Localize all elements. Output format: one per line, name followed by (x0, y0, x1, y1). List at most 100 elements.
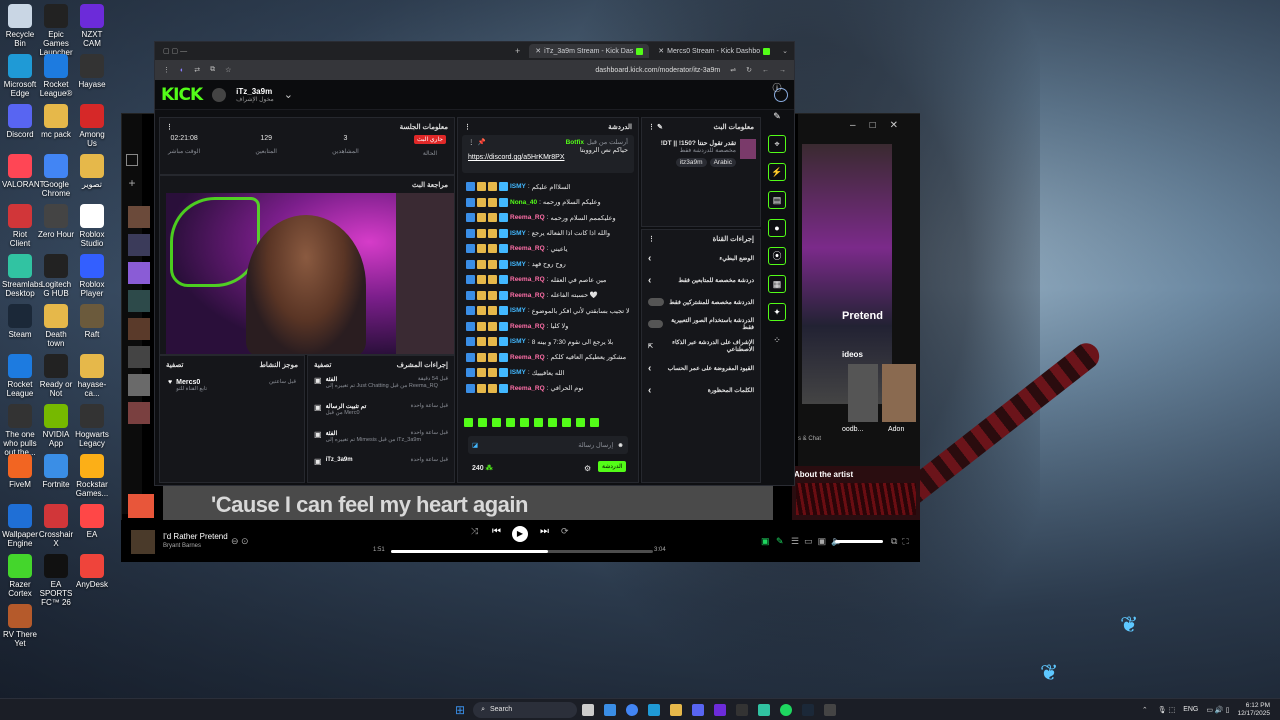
desktop-icon[interactable]: Discord (2, 104, 38, 139)
desktop-icon[interactable]: Hayase (74, 54, 110, 89)
desktop-icon[interactable]: Logitech G HUB (38, 254, 74, 298)
channel-action-item[interactable]: ‹ القيود المفروضة على عمر الحساب (642, 357, 760, 379)
desktop-icon[interactable]: Rocket League® (38, 54, 74, 98)
streamlabs-icon[interactable] (758, 703, 771, 716)
start-icon[interactable]: ⊞ (455, 703, 465, 717)
desktop-icon[interactable]: Recycle Bin (2, 4, 38, 48)
chat-username[interactable]: ISMY (510, 230, 526, 237)
desktop-icon[interactable]: Wallpaper Engine (2, 504, 38, 548)
mod-action-item[interactable]: ▣ الفئة قبل ساعة واحدة تم تغييره إلى Mimesi… (308, 427, 454, 454)
fullscreen-icon[interactable]: ⧉⛶ (891, 536, 914, 547)
clip-icon[interactable]: ▤ (768, 191, 786, 209)
desktop-icon[interactable]: mc pack (38, 104, 74, 139)
chat-message[interactable]: ISMY: السلااام عليكم (458, 179, 638, 195)
menu-icon[interactable]: ⋮ (163, 66, 170, 74)
chat-username[interactable]: ISMY (510, 338, 526, 345)
close-tab-icon[interactable]: ✕ (535, 47, 541, 55)
chat-username[interactable]: ISMY (510, 369, 526, 376)
chat-username[interactable]: Reema_RQ (510, 385, 545, 392)
chat-message[interactable]: Reema_RQ: مين عاصم في العقله (458, 272, 638, 288)
file-explorer-icon[interactable] (670, 703, 683, 716)
emote-icon[interactable] (492, 418, 501, 427)
tray-icons[interactable]: 🎙 ⬚ (1158, 706, 1175, 714)
playlist-thumb[interactable] (128, 234, 150, 256)
desktop-icon[interactable]: تصوير (74, 154, 110, 189)
tools-icon[interactable]: ✦ (768, 303, 786, 321)
mod-action-item[interactable]: ▣ تم تثبيت الرسالة قبل ساعة واحدة من قبل Me… (308, 400, 454, 427)
channel-action-item[interactable]: ‹ الوضع البطيء (642, 247, 760, 269)
channel-action-item[interactable]: الدردشة مخصصة للمشتركين فقط (642, 291, 760, 313)
playlist-thumb[interactable] (128, 318, 150, 340)
activity-user[interactable]: Mercs0 (176, 379, 200, 386)
info-icon[interactable]: ⓘ (768, 79, 786, 97)
now-playing-view-icon[interactable]: ▣ (761, 536, 770, 547)
video-thumb[interactable] (882, 364, 916, 422)
track-artist[interactable]: Bryant Barnes (163, 543, 201, 549)
copilot-icon[interactable] (604, 703, 617, 716)
desktop-icon[interactable]: Razer Cortex (2, 554, 38, 598)
desktop-icon[interactable]: Among Us (74, 104, 110, 148)
task-view-icon[interactable] (582, 703, 595, 716)
emote-icon[interactable] (464, 418, 473, 427)
chat-username[interactable]: ISMY (510, 183, 526, 190)
tray-chevron-icon[interactable]: ⌃ (1142, 706, 1148, 714)
emote-icon[interactable] (534, 418, 543, 427)
channel-action-item[interactable]: الدردشة باستخدام الصور التعبيرية فقط (642, 313, 760, 335)
chat-icon[interactable]: ● (768, 219, 786, 237)
chat-message[interactable]: Reema_RQ: ولا كليا (458, 319, 638, 335)
chat-username[interactable]: ISMY (510, 307, 526, 314)
extension-icon[interactable]: ◐ (180, 67, 184, 74)
chat-username[interactable]: Reema_RQ (510, 354, 545, 361)
desktop-icon[interactable]: Streamlabs Desktop (2, 254, 42, 298)
desktop-icon[interactable]: hayase-ca... (74, 354, 110, 398)
tab-capture-icon[interactable]: ⧉ (210, 66, 215, 74)
channel-action-item[interactable]: ‹ دردشة مخصصة للمتابعين فقط (642, 269, 760, 291)
chevron-icon[interactable]: ‹ (648, 385, 651, 396)
chat-username[interactable]: Nona_40 (510, 199, 537, 206)
desktop-icon[interactable]: Epic Games Launcher (38, 4, 74, 57)
chat-message[interactable]: Reema_RQ: وعليكممم السلام ورحمه (458, 210, 638, 226)
playlist-thumb[interactable] (128, 290, 150, 312)
desktop-icon[interactable]: The one who pulls out the... (2, 404, 38, 457)
nzxt-icon[interactable] (714, 703, 727, 716)
emote-picker-icon[interactable]: ☻ (617, 442, 624, 449)
extension-icon[interactable]: ⇄ (194, 66, 200, 74)
reload-icon[interactable]: ↻ (746, 66, 752, 74)
chevron-down-icon[interactable]: ⌄ (284, 88, 293, 101)
stream-video[interactable] (166, 193, 454, 354)
channel-points[interactable]: 240 ⁂ (472, 464, 493, 472)
chrome-icon[interactable] (626, 703, 639, 716)
desktop-icon[interactable]: Rockstar Games... (74, 454, 110, 498)
chat-message[interactable]: Reema_RQ: مشكور يعطيكم العافيه كلكم (458, 350, 638, 366)
chat-message[interactable]: ISMY: لا تجيب بسابقتي لأني افكر بالموضوع (458, 303, 638, 319)
edit-icon[interactable]: ✎ (768, 107, 786, 125)
filter-button[interactable]: تصفية (166, 361, 183, 369)
more-icon[interactable]: ⋮ (464, 123, 471, 131)
desktop-icon[interactable]: Death town (38, 304, 74, 348)
emote-icon[interactable] (548, 418, 557, 427)
site-settings-icon[interactable]: ⇌ (730, 66, 736, 74)
lightning-icon[interactable]: ⚡ (768, 163, 786, 181)
chat-message[interactable]: ISMY:8 بلا يرجع الى نقوم 7:30 و بينه (458, 334, 638, 350)
edge-icon[interactable] (648, 703, 661, 716)
channel-action-item[interactable]: ⇱ الإشراف على الدردشة عبر الذكاء الاصطناع… (642, 335, 760, 357)
mod-action-item[interactable]: ▣ iTz_3a9m قبل ساعة واحدة (308, 454, 454, 481)
chat-message[interactable]: ISMY: روح روح فهد (458, 257, 638, 273)
desktop-icon[interactable]: EA (74, 504, 110, 539)
desktop-icon[interactable]: RV There Yet (2, 604, 38, 648)
url-field[interactable]: dashboard.kick.com/moderator/itz-3a9m (595, 67, 720, 74)
tab-dropdown-icon[interactable]: ⌄ (782, 47, 788, 55)
desktop-icon[interactable]: VALORANT (2, 154, 45, 189)
more-icon[interactable]: ⋮ (468, 138, 475, 146)
chat-message[interactable]: Reema_RQ: نوم الحرافي (458, 381, 638, 397)
playlist-thumb[interactable] (128, 206, 150, 228)
chat-username[interactable]: Reema_RQ (510, 323, 545, 330)
channel-action-item[interactable]: ‹ الكلمات المحظورة (642, 379, 760, 401)
tab-itz3a9m[interactable]: ✕ iTz_3a9m Stream - Kick Das (529, 44, 650, 58)
track-title[interactable]: I'd Rather Pretend (163, 532, 228, 541)
next-icon[interactable]: ⏭ (540, 526, 549, 537)
desktop-icon[interactable]: Rocket League (2, 354, 38, 398)
desktop-icon[interactable]: AnyDesk (74, 554, 110, 589)
more-icon[interactable]: ⋮ (166, 123, 173, 131)
chat-username[interactable]: Reema_RQ (510, 245, 545, 252)
